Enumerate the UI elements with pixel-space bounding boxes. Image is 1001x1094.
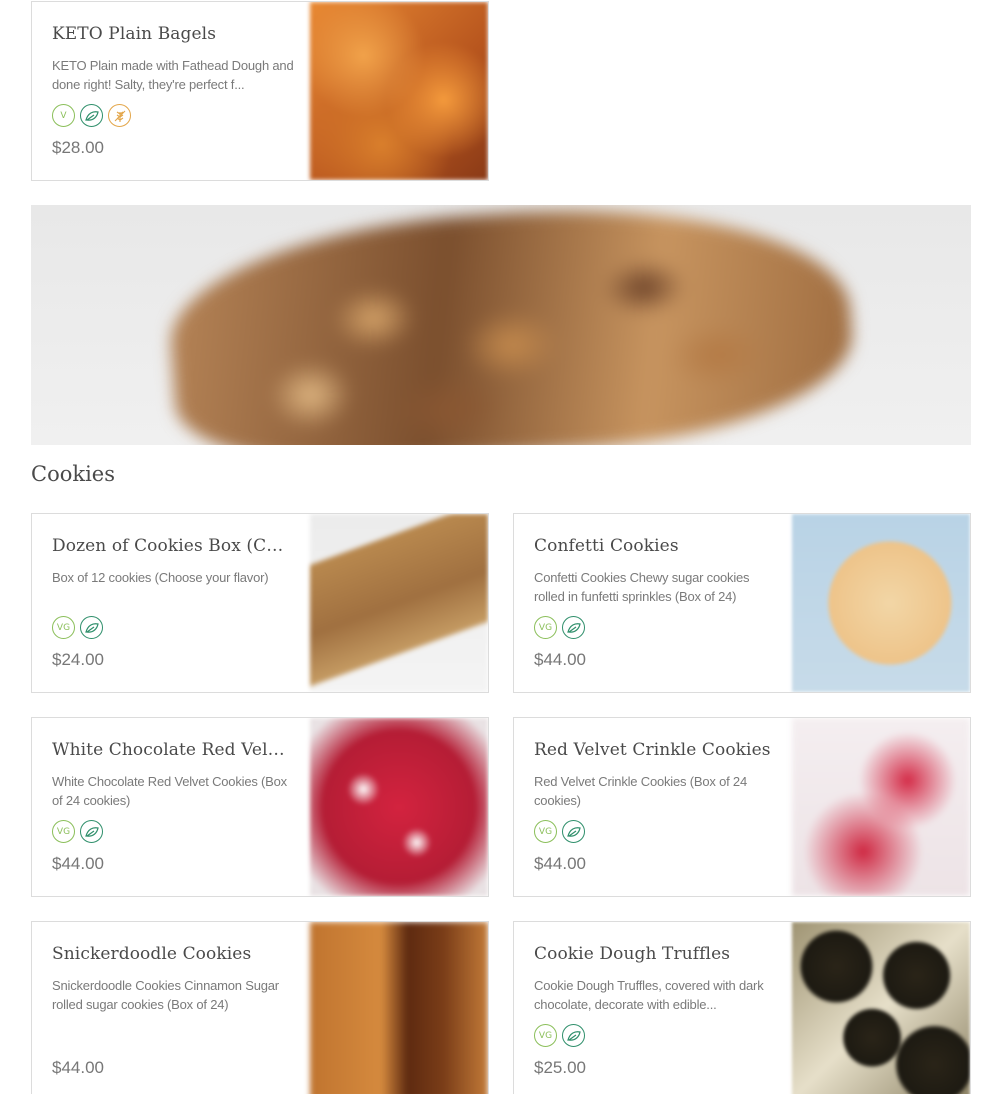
gluten-free-icon (108, 104, 131, 127)
menu-item-card[interactable]: Snickerdoodle Cookies Snickerdoodle Cook… (31, 921, 489, 1094)
menu-item-info: Confetti Cookies Confetti Cookies Chewy … (534, 514, 776, 692)
menu-item-info: KETO Plain Bagels KETO Plain made with F… (52, 2, 294, 180)
menu-item-title: White Chocolate Red Velve... (52, 740, 294, 760)
menu-item-title: Cookie Dough Truffles (534, 944, 731, 964)
menu-item-photo (310, 2, 488, 180)
vg-icon: VG (52, 616, 75, 639)
menu-item-info: Cookie Dough Truffles Cookie Dough Truff… (534, 922, 776, 1094)
menu-item-title: Red Velvet Crinkle Cookies (534, 740, 771, 760)
menu-item-description: Cookie Dough Truffles, covered with dark… (534, 978, 764, 1012)
menu-item-description: Box of 12 cookies (Choose your flavor) (52, 570, 269, 585)
vegan-leaf-icon (80, 820, 103, 843)
menu-item-price: $28.00 (52, 138, 104, 157)
menu-item-info: Dozen of Cookies Box (Cho... Box of 12 c… (52, 514, 294, 692)
vegetarian-icon: V (52, 104, 75, 127)
dietary-badges: VG (534, 1024, 585, 1047)
menu-item-info: Red Velvet Crinkle Cookies Red Velvet Cr… (534, 718, 776, 896)
vegan-leaf-icon (562, 616, 585, 639)
menu-item-title: Dozen of Cookies Box (Cho... (52, 536, 294, 556)
menu-item-title: KETO Plain Bagels (52, 24, 217, 44)
menu-item-price: $44.00 (52, 1058, 104, 1077)
vegan-leaf-icon (562, 1024, 585, 1047)
menu-item-description: Confetti Cookies Chewy sugar cookies rol… (534, 570, 750, 604)
menu-item-price: $25.00 (534, 1058, 586, 1077)
menu-item-price: $44.00 (534, 650, 586, 669)
menu-item-photo (310, 718, 488, 896)
category-banner-image (31, 205, 971, 445)
menu-item-photo (792, 922, 970, 1094)
menu-item-description: KETO Plain made with Fathead Dough and d… (52, 58, 294, 92)
dietary-badges: VG (52, 820, 103, 843)
vegan-leaf-icon (562, 820, 585, 843)
menu-item-photo (310, 922, 488, 1094)
menu-item-card[interactable]: White Chocolate Red Velve... White Choco… (31, 717, 489, 897)
menu-item-photo (310, 514, 488, 692)
dietary-badges: VG (52, 616, 103, 639)
vegan-leaf-icon (80, 104, 103, 127)
vg-icon: VG (534, 616, 557, 639)
menu-item-card[interactable]: KETO Plain Bagels KETO Plain made with F… (31, 1, 489, 181)
menu-item-photo (792, 514, 970, 692)
menu-item-price: $44.00 (534, 854, 586, 873)
section-title: Cookies (31, 462, 115, 486)
menu-item-info: White Chocolate Red Velve... White Choco… (52, 718, 294, 896)
braided-bread-photo (163, 205, 859, 445)
menu-item-price: $24.00 (52, 650, 104, 669)
menu-item-card[interactable]: Dozen of Cookies Box (Cho... Box of 12 c… (31, 513, 489, 693)
menu-item-card[interactable]: Red Velvet Crinkle Cookies Red Velvet Cr… (513, 717, 971, 897)
menu-item-card[interactable]: Confetti Cookies Confetti Cookies Chewy … (513, 513, 971, 693)
menu-item-info: Snickerdoodle Cookies Snickerdoodle Cook… (52, 922, 294, 1094)
vg-icon: VG (52, 820, 75, 843)
dietary-badges: VG (534, 616, 585, 639)
menu-item-description: Red Velvet Crinkle Cookies (Box of 24 co… (534, 774, 747, 808)
menu-item-card[interactable]: Cookie Dough Truffles Cookie Dough Truff… (513, 921, 971, 1094)
menu-item-price: $44.00 (52, 854, 104, 873)
dietary-badges: VG (534, 820, 585, 843)
vg-icon: VG (534, 820, 557, 843)
menu-item-title: Snickerdoodle Cookies (52, 944, 252, 964)
menu-item-title: Confetti Cookies (534, 536, 679, 556)
menu-item-photo (792, 718, 970, 896)
menu-item-description: White Chocolate Red Velvet Cookies (Box … (52, 774, 287, 808)
vg-icon: VG (534, 1024, 557, 1047)
dietary-badges: V (52, 104, 131, 127)
menu-item-description: Snickerdoodle Cookies Cinnamon Sugar rol… (52, 978, 279, 1012)
vegan-leaf-icon (80, 616, 103, 639)
